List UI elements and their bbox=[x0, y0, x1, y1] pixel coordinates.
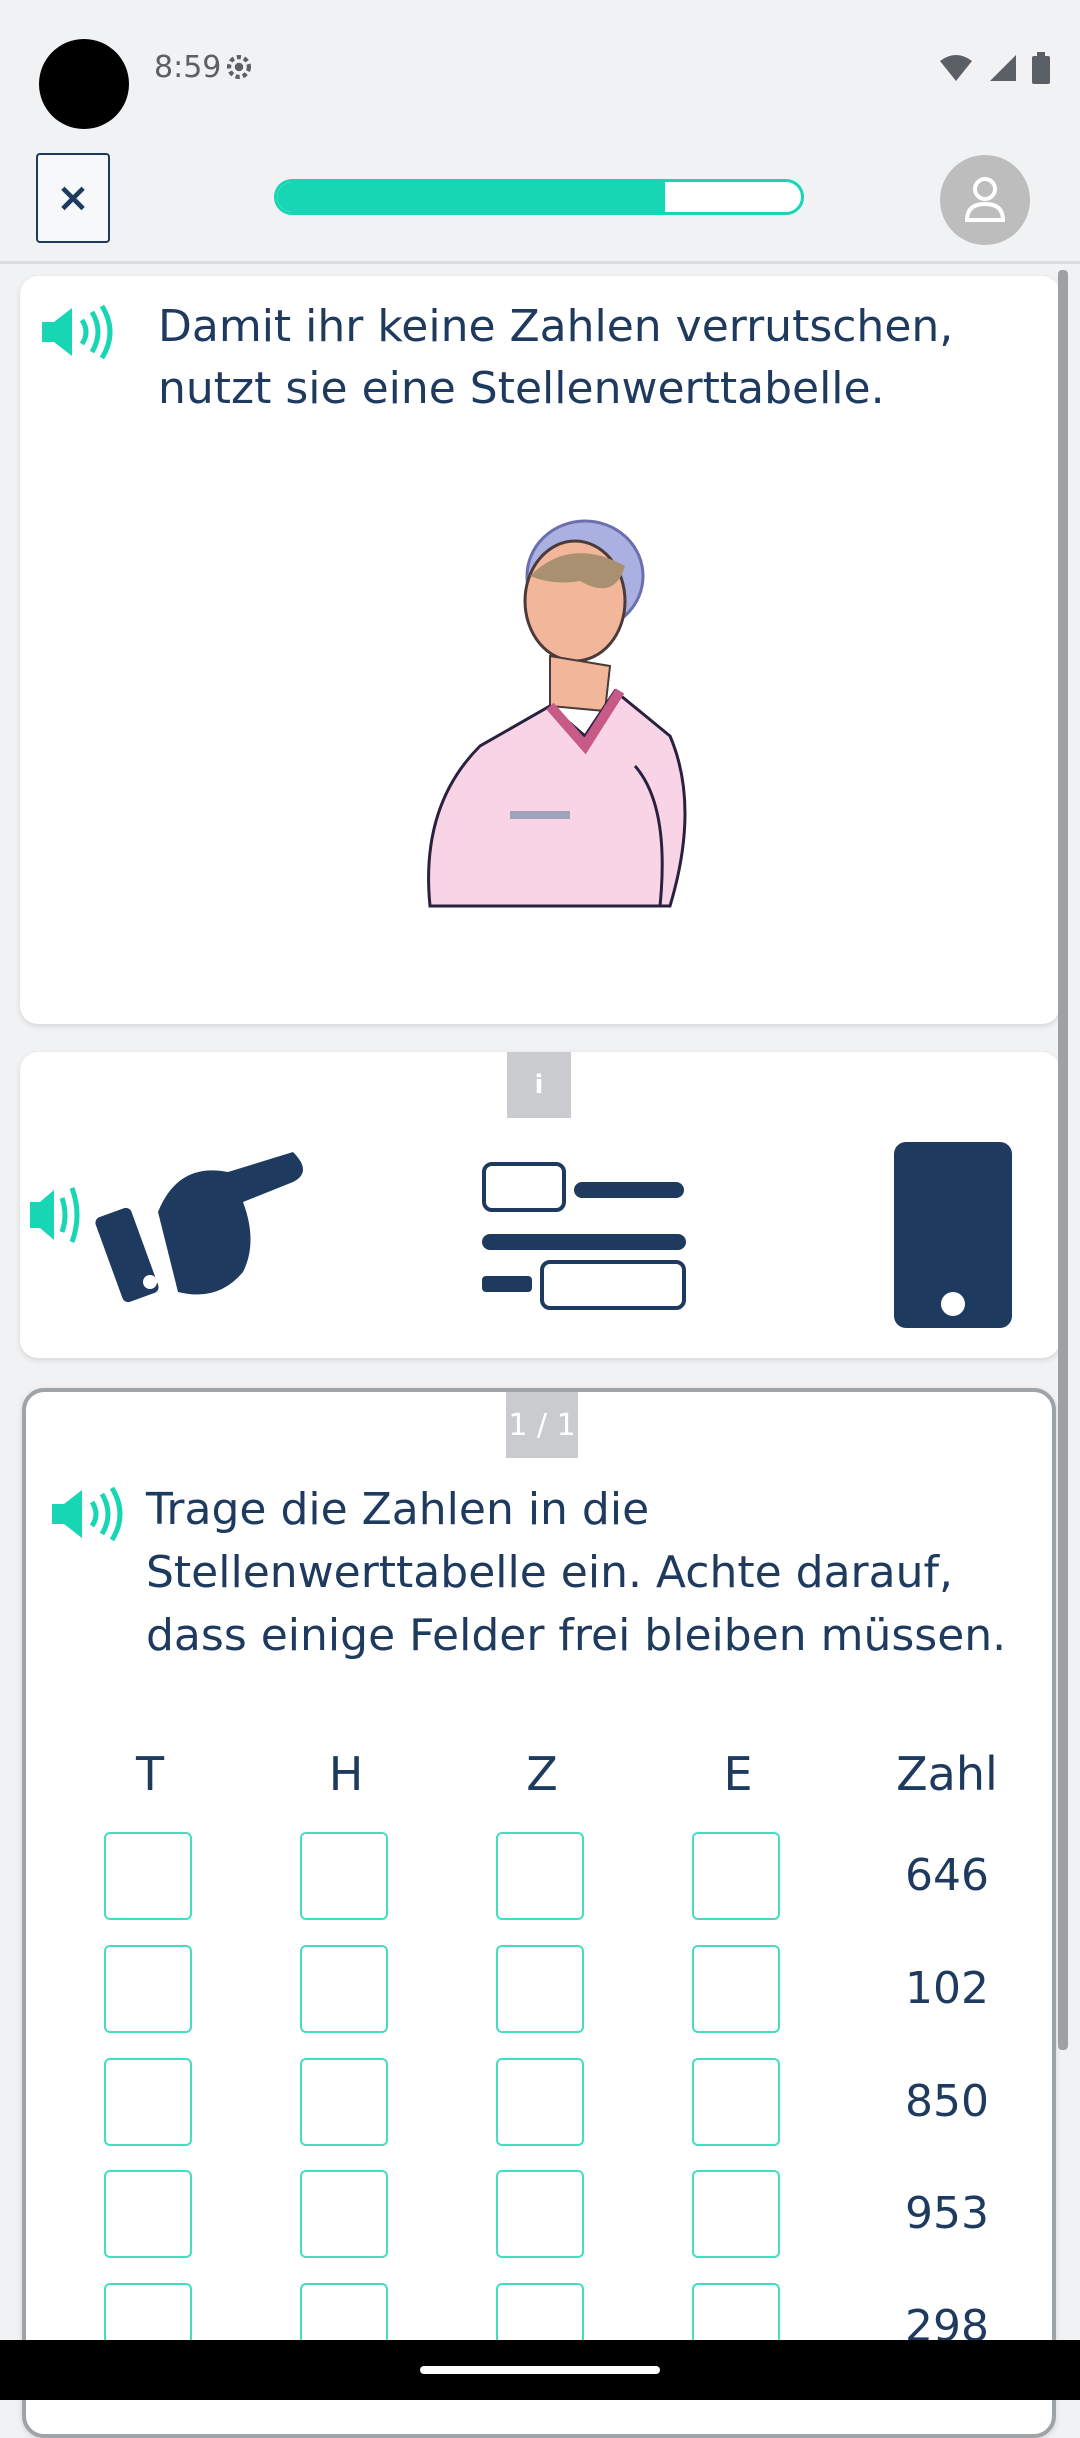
input-cell-t[interactable] bbox=[104, 1945, 192, 2033]
home-gesture-handle[interactable] bbox=[420, 2366, 660, 2374]
column-header-zahl: Zahl bbox=[896, 1747, 998, 1801]
profile-avatar-button[interactable] bbox=[940, 155, 1030, 245]
phone-icon[interactable] bbox=[894, 1142, 1012, 1328]
column-header-h: H bbox=[328, 1747, 364, 1801]
column-header-e: E bbox=[723, 1747, 753, 1801]
pointing-hand-icon[interactable] bbox=[28, 1132, 308, 1312]
progress-fill bbox=[277, 182, 665, 212]
task-instruction: Trage die Zahlen in die Stellenwerttabel… bbox=[146, 1484, 1007, 1661]
input-cell-t[interactable] bbox=[104, 2058, 192, 2146]
battery-icon bbox=[1032, 52, 1050, 84]
number-value: 953 bbox=[905, 2188, 989, 2239]
close-button[interactable]: × bbox=[36, 153, 110, 243]
status-bar: 8:59 bbox=[0, 0, 1080, 140]
input-cell-z[interactable] bbox=[496, 2170, 584, 2258]
header-divider bbox=[0, 261, 1080, 264]
wifi-icon bbox=[940, 55, 972, 81]
column-header-t: T bbox=[135, 1747, 165, 1801]
form-fields-icon[interactable] bbox=[480, 1158, 690, 1318]
story-card: Damit ihr keine Zahlen verrutschen, nutz… bbox=[20, 276, 1060, 1024]
input-cell-h[interactable] bbox=[300, 2058, 388, 2146]
number-value: 102 bbox=[905, 1963, 989, 2014]
story-text: Damit ihr keine Zahlen verrutschen, nutz… bbox=[158, 301, 954, 414]
user-icon bbox=[964, 177, 1006, 222]
number-value: 646 bbox=[905, 1850, 989, 1901]
scrollbar[interactable] bbox=[1058, 270, 1068, 2050]
input-cell-h[interactable] bbox=[300, 1945, 388, 2033]
input-cell-z[interactable] bbox=[496, 2058, 584, 2146]
input-cell-h[interactable] bbox=[300, 2170, 388, 2258]
input-cell-e[interactable] bbox=[692, 2170, 780, 2258]
input-cell-t[interactable] bbox=[104, 2170, 192, 2258]
phone-home-dot bbox=[941, 1292, 965, 1316]
input-cell-e[interactable] bbox=[692, 2058, 780, 2146]
input-cell-e[interactable] bbox=[692, 1832, 780, 1920]
number-value: 850 bbox=[905, 2076, 989, 2127]
lesson-progress-bar bbox=[274, 179, 804, 215]
camera-cutout bbox=[39, 39, 129, 129]
input-cell-z[interactable] bbox=[496, 1832, 584, 1920]
instruction-icons-card: i bbox=[20, 1052, 1060, 1358]
system-navigation-bar bbox=[0, 2340, 1080, 2400]
column-header-z: Z bbox=[526, 1747, 558, 1801]
speaker-icon[interactable] bbox=[40, 302, 116, 362]
input-cell-e[interactable] bbox=[692, 1945, 780, 2033]
input-cell-z[interactable] bbox=[496, 1945, 584, 2033]
page-indicator: 1 / 1 bbox=[506, 1392, 578, 1458]
nurse-illustration bbox=[427, 519, 687, 908]
speaker-icon[interactable] bbox=[50, 1484, 126, 1544]
clock-time: 8:59 bbox=[154, 50, 222, 85]
input-cell-t[interactable] bbox=[104, 1832, 192, 1920]
system-icons bbox=[938, 52, 1050, 84]
input-cell-h[interactable] bbox=[300, 1832, 388, 1920]
task-card: 1 / 1 Trage die Zahlen in die Stellenwer… bbox=[22, 1388, 1056, 2438]
info-badge[interactable]: i bbox=[507, 1052, 571, 1118]
settings-gear-icon bbox=[226, 54, 252, 80]
signal-icon bbox=[990, 55, 1016, 81]
